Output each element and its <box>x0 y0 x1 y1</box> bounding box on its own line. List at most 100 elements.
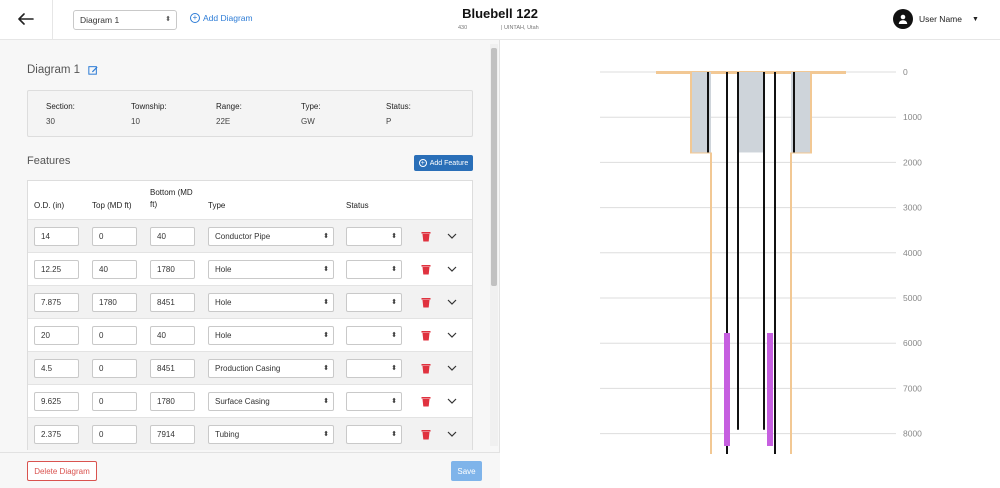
info-label: Status: <box>386 102 411 111</box>
chevron-down-icon[interactable] <box>447 330 457 340</box>
bottom-input[interactable]: 1780 <box>150 392 195 411</box>
status-select[interactable]: ⬍ <box>346 359 402 378</box>
type-select[interactable]: Hole ⬍ <box>208 260 334 279</box>
type-value: Hole <box>215 265 232 274</box>
info-value: 10 <box>131 117 140 126</box>
chevron-down-icon[interactable] <box>447 363 457 373</box>
select-caret-icon: ⬍ <box>323 398 329 405</box>
top-input[interactable]: 40 <box>92 260 137 279</box>
depth-label: 2000 <box>903 157 922 167</box>
type-select[interactable]: Conductor Pipe ⬍ <box>208 227 334 246</box>
add-diagram-label: Add Diagram <box>203 13 253 23</box>
table-row: 14 0 40 Conductor Pipe ⬍ ⬍ <box>28 219 472 252</box>
type-value: Tubing <box>215 430 240 439</box>
status-select[interactable]: ⬍ <box>346 425 402 444</box>
od-input[interactable]: 4.5 <box>34 359 79 378</box>
editor-scrollbar[interactable] <box>490 44 498 446</box>
type-select[interactable]: Production Casing ⬍ <box>208 359 334 378</box>
table-row: 20 0 40 Hole ⬍ ⬍ <box>28 318 472 351</box>
od-input[interactable]: 7.875 <box>34 293 79 312</box>
type-select[interactable]: Hole ⬍ <box>208 293 334 312</box>
well-sub-right: | UINTAH, Utah <box>501 25 539 31</box>
trash-icon[interactable] <box>421 330 431 341</box>
type-value: Hole <box>215 331 232 340</box>
od-input[interactable]: 14 <box>34 227 79 246</box>
depth-label: 8000 <box>903 429 922 439</box>
bottom-input[interactable]: 8451 <box>150 359 195 378</box>
chevron-down-icon[interactable] <box>447 264 457 274</box>
bottom-input[interactable]: 1780 <box>150 260 195 279</box>
status-select[interactable]: ⬍ <box>346 260 402 279</box>
well-sub-left: 430 <box>458 25 468 31</box>
depth-label: 7000 <box>903 383 922 393</box>
bottom-input[interactable]: 7914 <box>150 425 195 444</box>
save-button[interactable]: Save <box>451 461 482 481</box>
top-input[interactable]: 0 <box>92 425 137 444</box>
trash-icon[interactable] <box>421 396 431 407</box>
delete-diagram-button[interactable]: Delete Diagram <box>27 461 97 481</box>
top-input[interactable]: 0 <box>92 359 137 378</box>
info-label: Section: <box>46 102 75 111</box>
top-input[interactable]: 0 <box>92 392 137 411</box>
trash-icon[interactable] <box>421 264 431 275</box>
type-value: Production Casing <box>215 364 281 373</box>
bottom-input[interactable]: 40 <box>150 227 195 246</box>
depth-label: 0 <box>903 67 908 77</box>
type-value: Conductor Pipe <box>215 232 271 241</box>
status-select[interactable]: ⬍ <box>346 392 402 411</box>
edit-icon[interactable] <box>88 65 98 75</box>
od-input[interactable]: 20 <box>34 326 79 345</box>
bottom-input[interactable]: 40 <box>150 326 195 345</box>
user-avatar-icon <box>893 9 913 29</box>
arrow-left-icon <box>18 13 34 25</box>
top-input[interactable]: 0 <box>92 326 137 345</box>
trash-icon[interactable] <box>421 363 431 374</box>
col-header-status: Status <box>346 201 369 210</box>
od-input[interactable]: 9.625 <box>34 392 79 411</box>
od-input[interactable]: 12.25 <box>34 260 79 279</box>
diagram-select-value: Diagram 1 <box>80 15 120 25</box>
chevron-down-icon[interactable] <box>447 396 457 406</box>
top-input[interactable]: 0 <box>92 227 137 246</box>
bottom-input[interactable]: 8451 <box>150 293 195 312</box>
status-select[interactable]: ⬍ <box>346 227 402 246</box>
top-input[interactable]: 1780 <box>92 293 137 312</box>
back-button[interactable] <box>12 8 40 30</box>
add-feature-button[interactable]: + Add Feature <box>414 155 473 171</box>
select-caret-icon: ⬍ <box>391 431 397 438</box>
scrollbar-thumb[interactable] <box>491 48 497 286</box>
col-header-bottom: Bottom (MD ft) <box>150 187 193 211</box>
perforation-right <box>767 333 773 446</box>
depth-label: 5000 <box>903 293 922 303</box>
trash-icon[interactable] <box>421 297 431 308</box>
info-value: GW <box>301 117 315 126</box>
diagram-title: Diagram 1 <box>27 64 81 76</box>
type-select[interactable]: Hole ⬍ <box>208 326 334 345</box>
caret-down-icon: ▼ <box>971 15 979 23</box>
perforation-left <box>724 333 730 446</box>
depth-label: 4000 <box>903 248 922 258</box>
status-select[interactable]: ⬍ <box>346 293 402 312</box>
wellbore-diagram: 0 1000 2000 3000 4000 5000 6000 7000 8000 <box>600 67 922 454</box>
user-menu[interactable]: User Name ▼ <box>893 9 979 29</box>
type-select[interactable]: Surface Casing ⬍ <box>208 392 334 411</box>
depth-label: 1000 <box>903 112 922 122</box>
status-select[interactable]: ⬍ <box>346 326 402 345</box>
chevron-down-icon[interactable] <box>447 231 457 241</box>
diagram-select[interactable]: Diagram 1 ⬍ <box>73 10 177 30</box>
select-caret-icon: ⬍ <box>323 332 329 339</box>
trash-icon[interactable] <box>421 231 431 242</box>
type-value: Surface Casing <box>215 397 270 406</box>
plus-circle-icon: + <box>418 159 427 167</box>
od-input[interactable]: 2.375 <box>34 425 79 444</box>
info-value: P <box>386 117 392 126</box>
chevron-down-icon[interactable] <box>447 297 457 307</box>
select-caret-icon: ⬍ <box>391 365 397 372</box>
add-diagram-link[interactable]: + Add Diagram <box>190 13 253 23</box>
trash-icon[interactable] <box>421 429 431 440</box>
info-type: Type: GW <box>301 102 321 126</box>
table-row: 7.875 1780 8451 Hole ⬍ ⬍ <box>28 285 472 318</box>
table-row: 2.375 0 7914 Tubing ⬍ ⬍ <box>28 417 472 450</box>
chevron-down-icon[interactable] <box>447 429 457 439</box>
type-select[interactable]: Tubing ⬍ <box>208 425 334 444</box>
